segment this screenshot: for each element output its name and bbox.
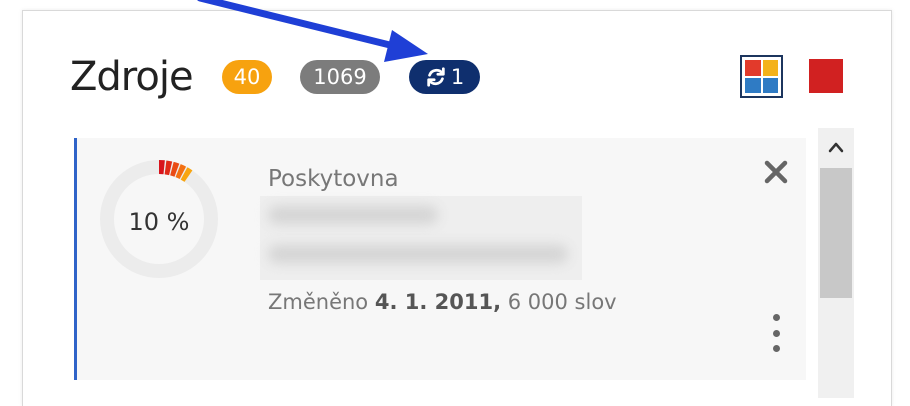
redacted-line	[268, 206, 438, 224]
orange-count-badge[interactable]: 40	[222, 60, 272, 94]
sync-icon	[427, 67, 445, 87]
meta-words: 6 000 slov	[507, 290, 617, 314]
close-icon	[764, 160, 788, 184]
red-view-button[interactable]	[806, 56, 846, 96]
progress-percent: 10 %	[128, 208, 190, 236]
grid-view-button[interactable]	[740, 55, 783, 98]
dot-icon	[772, 345, 780, 352]
red-square-icon	[809, 59, 843, 93]
grid-cell-red	[745, 60, 761, 76]
progress-segment	[164, 160, 173, 176]
gray-count-badge[interactable]: 1069	[300, 60, 380, 94]
progress-segment	[180, 167, 193, 182]
page-title: Zdroje	[70, 54, 194, 100]
redacted-line	[268, 245, 568, 263]
grid-cell-yellow	[762, 60, 778, 76]
grid-cell-blue-2	[762, 77, 778, 93]
close-button[interactable]	[760, 156, 792, 188]
progress-segment	[170, 161, 180, 177]
meta-date: 4. 1. 2011,	[374, 290, 502, 314]
sync-count-label: 1	[450, 65, 465, 89]
card-title: Poskytovna	[268, 166, 399, 192]
dot-icon	[772, 314, 780, 321]
meta-prefix: Změněno	[268, 290, 369, 314]
card-meta: Změněno 4. 1. 2011, 6 000 slov	[268, 290, 617, 314]
chevron-up-icon	[828, 142, 844, 153]
progress-segment	[175, 164, 187, 180]
scroll-up-button[interactable]	[818, 128, 854, 166]
dot-icon	[772, 329, 780, 337]
sync-count-badge[interactable]: 1	[409, 60, 480, 94]
grid-cell-blue	[745, 77, 761, 93]
more-options-button[interactable]	[764, 312, 788, 354]
scroll-thumb[interactable]	[820, 168, 852, 298]
